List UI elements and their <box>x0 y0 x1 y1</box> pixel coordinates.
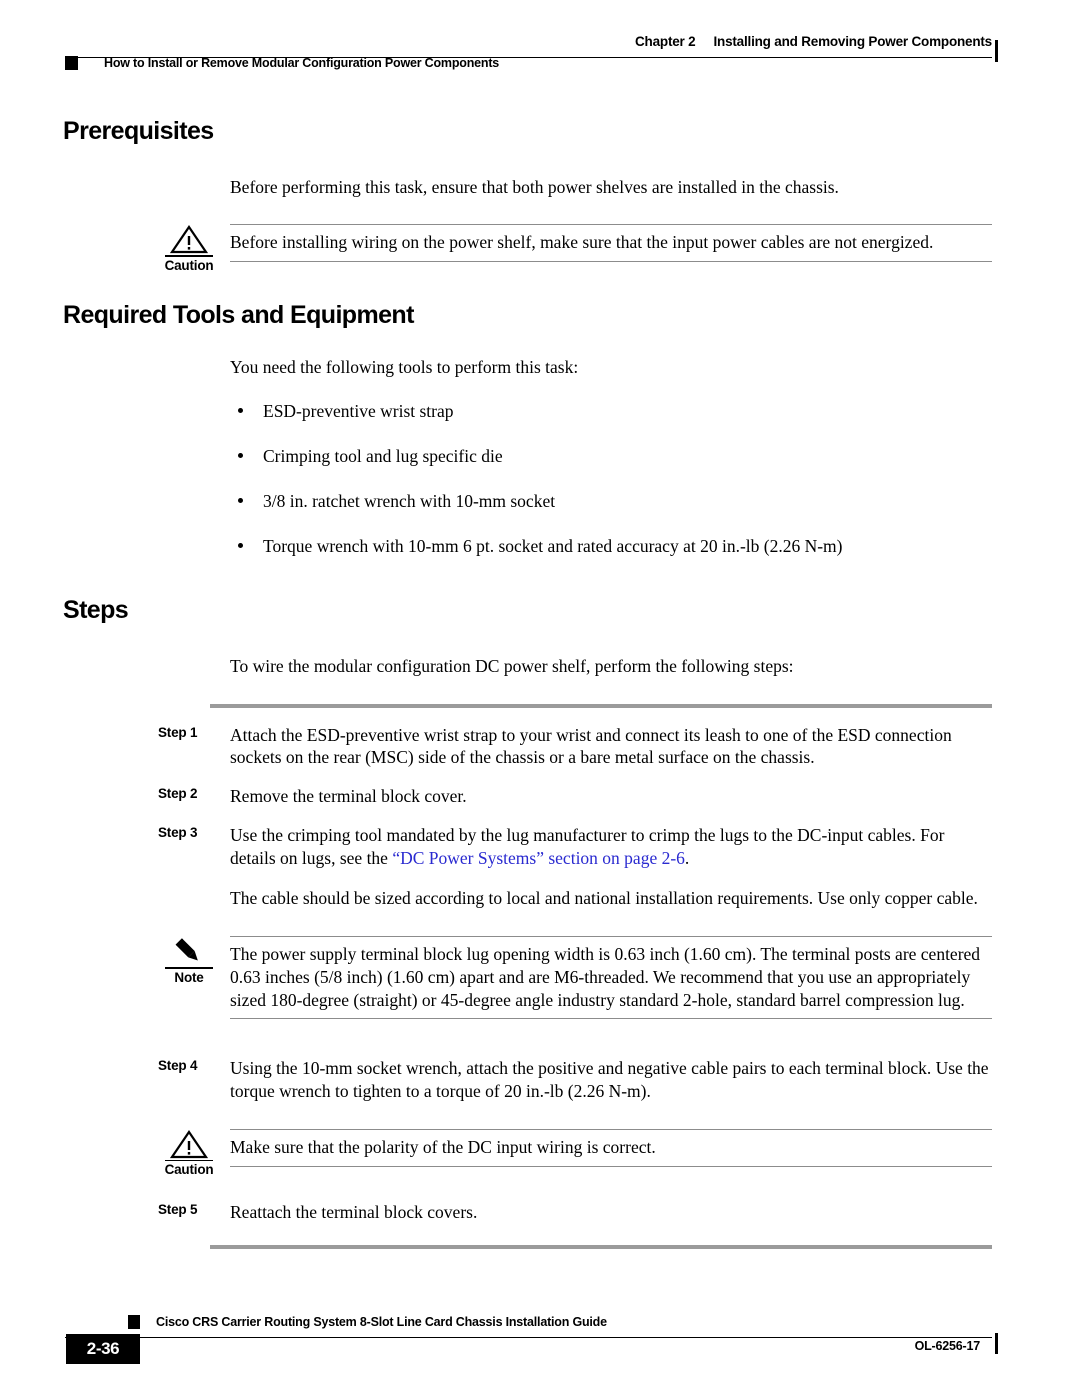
header-chapter-title: Installing and Removing Power Components <box>713 34 992 49</box>
step-text: Remove the terminal block cover. <box>230 786 467 806</box>
prerequisites-intro: Before performing this task, ensure that… <box>230 176 839 197</box>
step-row: Step 1 Attach the ESD-preventive wrist s… <box>148 724 992 770</box>
header-chapter-info: Chapter 2 Installing and Removing Power … <box>635 34 992 49</box>
note-text: The power supply terminal block lug open… <box>230 944 981 1010</box>
steps-intro-wrap: To wire the modular configuration DC pow… <box>230 655 992 678</box>
heading-prerequisites: Prerequisites <box>63 117 214 145</box>
list-item: Crimping tool and lug specific die <box>230 445 992 468</box>
step-text: Use the crimping tool mandated by the lu… <box>230 824 992 870</box>
list-item-label: Crimping tool and lug specific die <box>263 446 503 466</box>
step-text: Attach the ESD-preventive wrist strap to… <box>230 724 952 768</box>
list-item: 3/8 in. ratchet wrench with 10-mm socket <box>230 490 992 513</box>
square-bullet-icon <box>128 1315 140 1329</box>
footer-title-row: Cisco CRS Carrier Routing System 8-Slot … <box>128 1315 607 1329</box>
header-chapter-number: Chapter 2 <box>635 34 696 49</box>
prerequisites-body: Before performing this task, ensure that… <box>230 176 992 199</box>
step-label: Step 4 <box>158 1058 198 1074</box>
caution-block-prerequisites: Caution Before installing wiring on the … <box>148 224 992 273</box>
footer-document-title: Cisco CRS Carrier Routing System 8-Slot … <box>156 1315 607 1329</box>
tools-intro: You need the following tools to perform … <box>230 356 579 377</box>
step-label: Step 1 <box>158 724 198 740</box>
list-item-label: 3/8 in. ratchet wrench with 10-mm socket <box>263 490 556 511</box>
list-item-label: Torque wrench with 10-mm 6 pt. socket an… <box>263 535 843 556</box>
step-label: Step 2 <box>158 786 198 801</box>
caution-gutter: Caution <box>148 224 230 273</box>
page-number-badge: 2-36 <box>66 1334 140 1364</box>
tools-list: ESD-preventive wrist strap Crimping tool… <box>230 400 992 557</box>
step-text: Using the 10-mm socket wrench, attach th… <box>230 1058 989 1101</box>
note-label: Note <box>174 969 204 985</box>
bullet-dot-icon <box>238 542 243 548</box>
page-footer: Cisco CRS Carrier Routing System 8-Slot … <box>0 1287 1080 1397</box>
bullet-dot-icon <box>238 497 243 503</box>
caution-body: Make sure that the polarity of the DC in… <box>230 1128 992 1167</box>
steps-block: Step 1 Attach the ESD-preventive wrist s… <box>148 703 992 1250</box>
cross-reference-link[interactable]: “DC Power Systems” section on page 2-6 <box>392 848 685 868</box>
caution-label: Caution <box>164 1162 214 1178</box>
bullet-dot-icon <box>238 453 243 459</box>
step-label: Step 3 <box>158 824 198 840</box>
step-subparagraph: The cable should be sized according to l… <box>230 887 992 910</box>
note-body: The power supply terminal block lug open… <box>230 936 992 1020</box>
steps-bottom-rule <box>210 1245 992 1250</box>
step-row: Step 3 Use the crimping tool mandated by… <box>148 824 992 870</box>
header-end-tick <box>995 40 998 62</box>
page-content: Prerequisites Before performing this tas… <box>0 117 1080 1250</box>
caution-label: Caution <box>164 257 214 273</box>
header-running-head: How to Install or Remove Modular Configu… <box>104 56 500 70</box>
note-block: Note The power supply terminal block lug… <box>148 936 992 1020</box>
square-bullet-icon <box>65 56 78 70</box>
caution-icon-underline <box>165 1159 213 1162</box>
step-label: Step 5 <box>158 1201 198 1217</box>
caution-text: Before installing wiring on the power sh… <box>230 232 934 253</box>
footer-document-id: OL-6256-17 <box>914 1339 981 1353</box>
caution-triangle-icon <box>169 1129 209 1158</box>
step-text: Reattach the terminal block covers. <box>230 1201 478 1222</box>
caution-triangle-icon <box>169 225 209 254</box>
tools-body: You need the following tools to perform … <box>230 356 992 558</box>
heading-required-tools: Required Tools and Equipment <box>63 301 414 329</box>
bullet-dot-icon <box>238 408 243 414</box>
header-running-head-row: How to Install or Remove Modular Configu… <box>65 56 499 70</box>
step-row: Step 2 Remove the terminal block cover. <box>148 785 992 808</box>
list-item: ESD-preventive wrist strap <box>230 400 992 423</box>
caution-block-steps: Caution Make sure that the polarity of t… <box>148 1128 992 1177</box>
pencil-icon <box>175 938 198 961</box>
page-header: Chapter 2 Installing and Removing Power … <box>0 0 1080 100</box>
step-row: Step 4 Using the 10-mm socket wrench, at… <box>148 1057 992 1103</box>
steps-intro: To wire the modular configuration DC pow… <box>230 655 794 676</box>
caution-gutter: Caution <box>148 1129 230 1178</box>
step-row: Step 5 Reattach the terminal block cover… <box>148 1201 992 1224</box>
list-item-label: ESD-preventive wrist strap <box>263 401 454 422</box>
document-page: Chapter 2 Installing and Removing Power … <box>0 0 1080 1397</box>
heading-steps: Steps <box>63 596 129 625</box>
footer-rule <box>65 1337 992 1338</box>
note-icon-underline <box>165 967 213 969</box>
list-item: Torque wrench with 10-mm 6 pt. socket an… <box>230 535 992 558</box>
note-gutter: Note <box>148 936 230 985</box>
step-subparagraph-text: The cable should be sized according to l… <box>230 888 978 909</box>
step-text-after-link: . <box>684 847 690 868</box>
steps-top-rule <box>210 703 992 708</box>
caution-body: Before installing wiring on the power sh… <box>230 224 992 262</box>
footer-end-tick <box>995 1333 998 1354</box>
caution-icon-underline <box>165 255 213 257</box>
caution-text: Make sure that the polarity of the DC in… <box>230 1136 656 1157</box>
